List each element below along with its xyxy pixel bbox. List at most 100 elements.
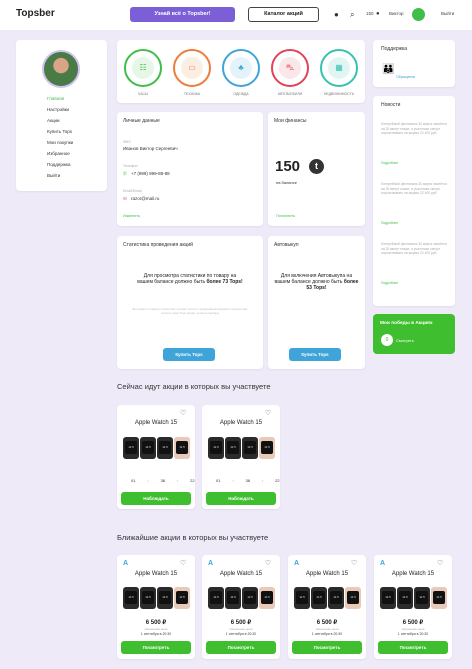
news-more-link[interactable]: Подробнее: [381, 221, 398, 225]
heart-icon[interactable]: ♡: [265, 409, 271, 417]
name-label: ФИО: [123, 140, 131, 144]
fire-icon[interactable]: ●: [334, 10, 339, 19]
support-title: Поддержка: [381, 46, 408, 52]
autobuy-title: Автовыкуп: [274, 242, 299, 248]
view-button[interactable]: Посмотреть: [121, 641, 191, 654]
logout-link[interactable]: Выйти: [441, 11, 454, 16]
categories-card: ☷ ЧАСЫ ▭ ТЕХНИКА ♣ ОДЕЖДА ⛍ АВТОМОБИЛИ ▦…: [117, 40, 365, 103]
product-image: 11:5 11:5 11:5 11:5: [208, 587, 275, 609]
view-button[interactable]: Посмотреть: [378, 641, 448, 654]
news-title: Новости: [381, 102, 401, 108]
catalog-button[interactable]: Каталог акций: [248, 7, 319, 22]
timer-seconds: 22: [190, 478, 195, 483]
product-price: 6 500 ₽: [230, 620, 252, 626]
support-card: Поддержка 👪 Обращения: [373, 40, 455, 87]
product-name: Apple Watch 15: [134, 420, 178, 426]
category-tech[interactable]: ▭: [173, 49, 211, 87]
autobuy-card: Автовыкуп Для включения Автовыкупа на ва…: [268, 236, 365, 369]
timer-sep: :: [177, 478, 179, 483]
full-name: Иванов Виктор Сергеевич: [123, 146, 178, 151]
watch-button[interactable]: Наблюдать: [121, 492, 191, 505]
news-item-text: Лотерейный фестиваль 30 марта начнётся н…: [381, 122, 447, 135]
category-clothes[interactable]: ♣: [222, 49, 260, 87]
watch-icon: ☷: [132, 57, 154, 79]
wins-link[interactable]: Смотреть: [396, 338, 414, 343]
news-card: Новости Лотерейный фестиваль 30 марта на…: [373, 96, 455, 306]
view-button[interactable]: Посмотреть: [206, 641, 276, 654]
product-card[interactable]: A ♡ Apple Watch 15 11:5 11:5 11:5 11:5 6…: [202, 555, 280, 659]
stats-title: Статистика проведения акций: [123, 242, 193, 248]
product-price: 6 500 ₽: [145, 620, 167, 626]
product-card[interactable]: ♡ Apple Watch 15 11:5 11:5 11:5 11:5 01 …: [202, 405, 280, 509]
sidebar-item-buy-tops[interactable]: Купить Tops: [47, 129, 72, 134]
category-label: АВТОМОБИЛИ: [277, 92, 303, 96]
sidebar-item-purchases[interactable]: Мои покупки: [47, 140, 73, 145]
category-watches[interactable]: ☷: [124, 49, 162, 87]
tops-coin-icon: ●: [376, 11, 380, 17]
wins-title: Мои победы в Акциях: [380, 321, 433, 326]
brand-logo-icon: A: [208, 560, 214, 567]
watch-button[interactable]: Наблюдать: [206, 492, 276, 505]
price-caption: Начальная цена: [401, 627, 425, 631]
product-image: 11:5 11:5 11:5 11:5: [123, 587, 190, 609]
heart-icon[interactable]: ♡: [180, 409, 186, 417]
timer-sep: :: [262, 478, 264, 483]
category-label: ТЕХНИКА: [183, 92, 201, 96]
sidebar: Главная Настройки Акции Купить Tops Мои …: [16, 40, 107, 191]
category-label: НЕДВИЖИМОСТЬ: [323, 92, 355, 96]
sidebar-item-home[interactable]: Главная: [47, 96, 64, 101]
search-icon[interactable]: ⌕: [350, 10, 354, 20]
top-up-link[interactable]: Пополнить: [276, 214, 295, 218]
product-card[interactable]: A ♡ Apple Watch 15 11:5 11:5 11:5 11:5 6…: [374, 555, 452, 659]
news-more-link[interactable]: Подробнее: [381, 161, 398, 165]
start-date: 1 сентября в 20:30: [140, 632, 172, 636]
timer-sep: :: [232, 478, 234, 483]
user-name[interactable]: Виктор: [389, 11, 404, 16]
heart-icon[interactable]: ♡: [437, 559, 443, 567]
buy-tops-button[interactable]: Купить Tops: [163, 348, 215, 361]
product-card[interactable]: A ♡ Apple Watch 15 11:5 11:5 11:5 11:5 6…: [117, 555, 195, 659]
logo[interactable]: Topsber: [16, 8, 55, 19]
autobuy-message-a: Для включения Автовыкупа на вашем баланс…: [274, 273, 353, 285]
heart-icon[interactable]: ♡: [351, 559, 357, 567]
learn-more-button[interactable]: Узнай всё о Topsber!: [130, 7, 235, 22]
sidebar-item-support[interactable]: Поддержка: [47, 162, 70, 167]
product-card[interactable]: A ♡ Apple Watch 15 11:5 11:5 11:5 11:5 6…: [288, 555, 366, 659]
tickets-link[interactable]: Обращения: [396, 75, 415, 79]
category-realty[interactable]: ▦: [320, 49, 358, 87]
heart-icon[interactable]: ♡: [265, 559, 271, 567]
start-date: 1 сентября в 20:30: [311, 632, 343, 636]
product-card[interactable]: ♡ Apple Watch 15 11:5 11:5 11:5 11:5 01 …: [117, 405, 195, 509]
product-name: Apple Watch 15: [134, 571, 178, 577]
heart-icon[interactable]: ♡: [180, 559, 186, 567]
product-name: Apple Watch 15: [219, 571, 263, 577]
news-more-link[interactable]: Подробнее: [381, 281, 398, 285]
wins-card[interactable]: Мои победы в Акциях 0 Смотреть: [373, 314, 455, 354]
email-value: razor@mail.ru: [131, 196, 160, 201]
sidebar-item-logout[interactable]: Выйти: [47, 173, 60, 178]
avatar[interactable]: [412, 8, 425, 21]
view-button[interactable]: Посмотреть: [292, 641, 362, 654]
start-date: 1 сентября в 20:30: [397, 632, 429, 636]
brand-logo-icon: A: [294, 560, 300, 567]
product-image: 11:5 11:5 11:5 11:5: [123, 437, 190, 459]
wins-count: 0: [381, 334, 393, 346]
price-caption: Начальная цена: [229, 627, 253, 631]
finance-amount: 150: [275, 158, 301, 175]
timer-sep: :: [147, 478, 149, 483]
sidebar-item-settings[interactable]: Настройки: [47, 107, 69, 112]
timer-minutes: 38: [160, 478, 166, 483]
timer-hours: 01: [216, 478, 221, 483]
start-date: 1 сентября в 20:30: [225, 632, 257, 636]
buy-tops-button[interactable]: Купить Tops: [289, 348, 341, 361]
product-price: 6 500 ₽: [316, 620, 338, 626]
news-item-text: Лотерейный фестиваль 30 марта начнётся н…: [381, 182, 447, 195]
sidebar-item-promos[interactable]: Акции: [47, 118, 60, 123]
stats-message: Для просмотра статистики по товару на ва…: [137, 273, 243, 285]
clothes-icon: ♣: [230, 57, 252, 79]
category-cars[interactable]: ⛍: [271, 49, 309, 87]
price-caption: Начальная цена: [315, 627, 339, 631]
timer-hours: 01: [131, 478, 136, 483]
edit-profile-link[interactable]: Изменить: [123, 214, 140, 218]
sidebar-item-favorites[interactable]: Избранное: [47, 151, 70, 156]
